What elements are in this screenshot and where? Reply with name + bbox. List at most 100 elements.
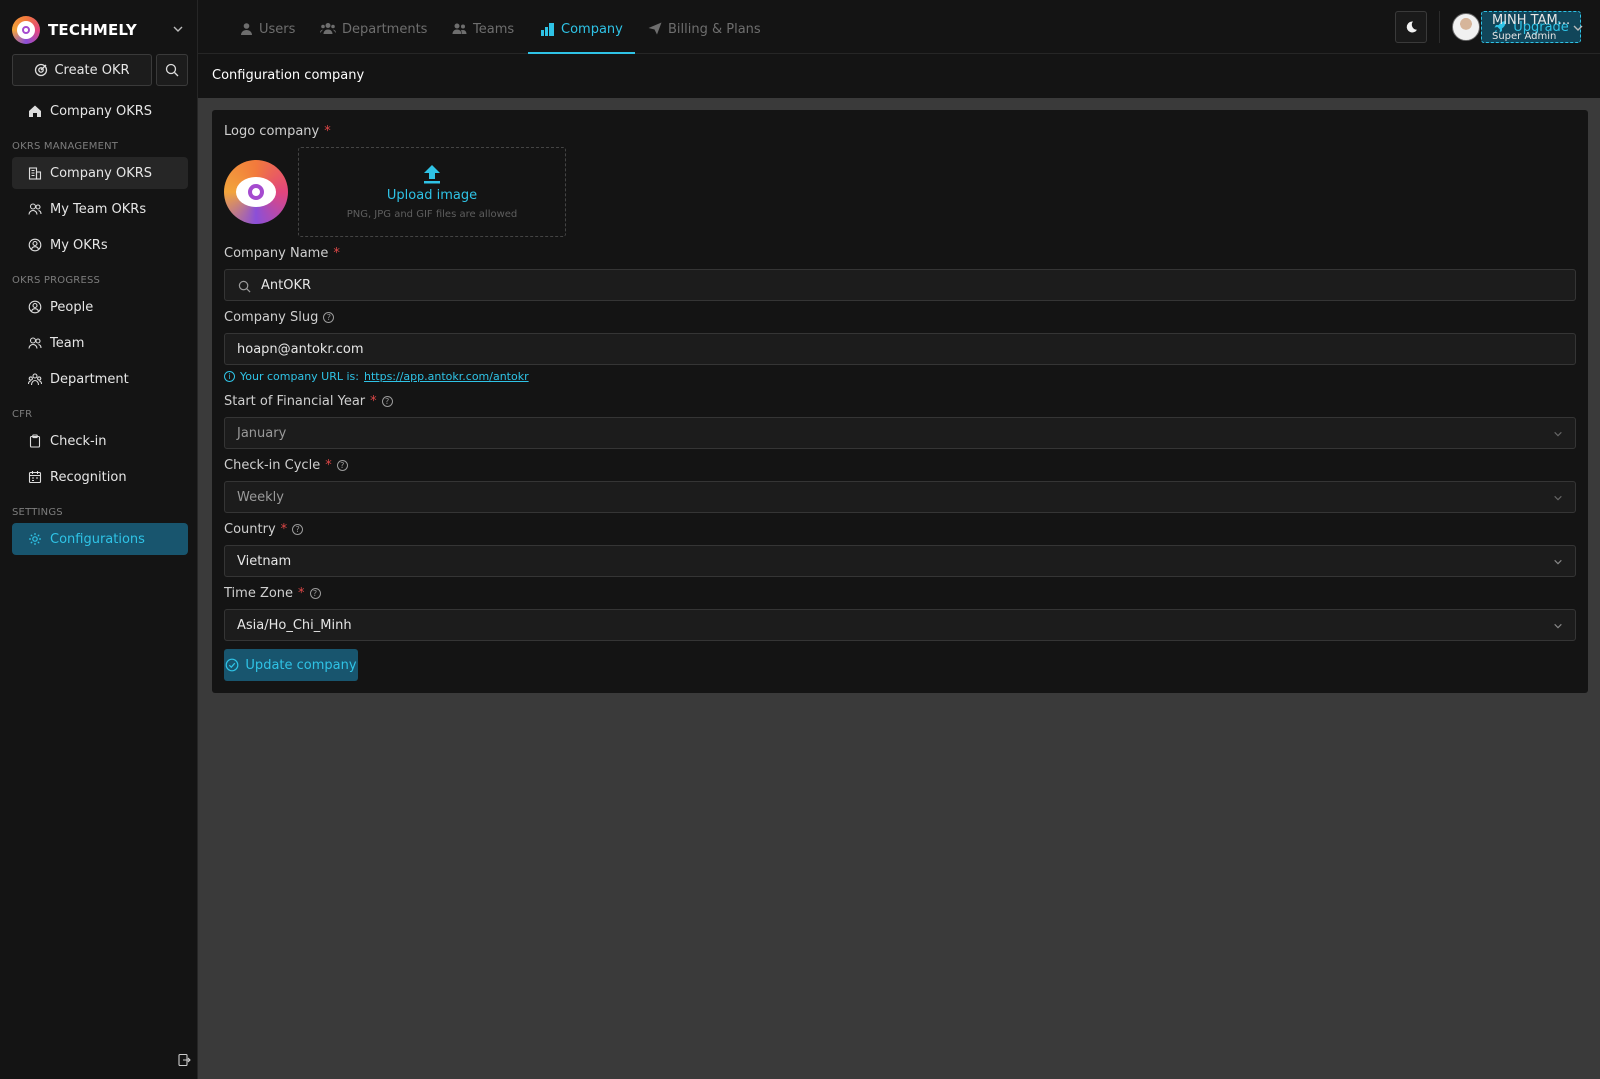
select-value: January — [237, 425, 287, 441]
tab-label: Billing & Plans — [668, 22, 761, 37]
tab-label: Users — [259, 22, 296, 37]
sidebar-item-team[interactable]: Team — [12, 327, 188, 359]
upload-title: Upload image — [386, 188, 478, 203]
help-icon[interactable]: ? — [309, 588, 321, 599]
sidebar-item-label: Department — [50, 371, 129, 387]
team-icon — [28, 203, 42, 215]
checkin-cycle-label: Check-in Cycle *? — [224, 458, 348, 473]
sidebar-item-people[interactable]: People — [12, 291, 188, 323]
hint-text: Your company URL is: — [240, 370, 359, 383]
sidebar-item-label: Company OKRS — [50, 103, 153, 119]
theme-toggle-button[interactable] — [1395, 11, 1427, 43]
company-url-link[interactable]: https://app.antokr.com/antokr — [364, 370, 529, 383]
upload-dropzone[interactable]: Upload image PNG, JPG and GIF files are … — [298, 147, 566, 237]
timezone-select[interactable]: Asia/Ho_Chi_Minh — [224, 609, 1576, 641]
financial-year-select[interactable]: January — [224, 417, 1576, 449]
chevron-down-icon[interactable] — [1572, 22, 1584, 34]
user-circle-icon — [28, 300, 42, 314]
company-name-input[interactable]: AntOKR — [224, 269, 1576, 301]
required-mark: * — [325, 458, 332, 473]
tab-company[interactable]: Company — [528, 22, 635, 54]
label-text: Logo company — [224, 124, 320, 139]
label-text: Start of Financial Year — [224, 394, 366, 409]
team-icon — [28, 337, 42, 349]
brand[interactable]: TECHMELY — [12, 16, 186, 44]
page-title: Configuration company — [212, 68, 365, 83]
company-slug-label: Company Slug? — [224, 310, 335, 325]
search-icon — [165, 63, 179, 77]
sidebar-item-department[interactable]: Department — [12, 363, 188, 395]
sidebar-item-company-okrs[interactable]: Company OKRS — [12, 157, 188, 189]
button-label: Update company — [245, 657, 357, 673]
tab-label: Teams — [473, 22, 515, 37]
company-slug-input[interactable]: hoapn@antokr.com — [224, 333, 1576, 365]
tab-users[interactable]: Users — [228, 22, 307, 54]
tab-departments[interactable]: Departments — [308, 22, 439, 54]
required-mark: * — [333, 246, 340, 261]
sidebar-item-label: Company OKRS — [50, 165, 153, 181]
section-okrs-management: OKRS MANAGEMENT — [12, 141, 119, 152]
tab-label: Company — [561, 22, 623, 37]
user-role: Super Admin — [1492, 31, 1557, 42]
search-button[interactable] — [156, 54, 188, 86]
company-name-label: Company Name * — [224, 246, 340, 261]
clipboard-icon — [29, 434, 41, 448]
department-icon — [28, 373, 42, 386]
help-icon[interactable]: ? — [323, 312, 335, 323]
create-okr-button[interactable]: Create OKR — [12, 54, 152, 86]
tab-billing-plans[interactable]: Billing & Plans — [636, 22, 773, 54]
avatar[interactable] — [1452, 13, 1480, 41]
input-value: hoapn@antokr.com — [237, 341, 364, 357]
chevron-down-icon — [1554, 623, 1562, 629]
chevron-down-icon — [1554, 431, 1562, 437]
sidebar-item-label: Check-in — [50, 433, 107, 449]
country-select[interactable]: Vietnam — [224, 545, 1576, 577]
sidebar-item-my-team-okrs[interactable]: My Team OKRs — [12, 193, 188, 225]
sidebar-item-recognition[interactable]: Recognition — [12, 461, 188, 493]
required-mark: * — [324, 124, 331, 139]
chevron-down-icon[interactable] — [172, 23, 184, 35]
select-value: Weekly — [237, 489, 284, 505]
help-icon[interactable]: ? — [336, 460, 348, 471]
home-icon — [29, 105, 41, 117]
help-icon[interactable]: ? — [381, 396, 393, 407]
moon-icon — [1406, 21, 1417, 33]
label-text: Company Slug — [224, 310, 319, 325]
required-mark: * — [298, 586, 305, 601]
sidebar-item-check-in[interactable]: Check-in — [12, 425, 188, 457]
update-company-button[interactable]: Update company — [224, 649, 358, 681]
section-cfr: CFR — [12, 409, 33, 420]
sidebar-item-home[interactable]: Company OKRS — [12, 95, 188, 127]
tab-teams[interactable]: Teams — [440, 22, 526, 54]
company-logo — [224, 160, 288, 224]
paper-plane-icon — [648, 22, 662, 35]
label-text: Company Name — [224, 246, 329, 261]
gear-icon — [29, 533, 41, 545]
section-okrs-progress: OKRS PROGRESS — [12, 275, 101, 286]
timezone-label: Time Zone *? — [224, 586, 321, 601]
checkin-cycle-select[interactable]: Weekly — [224, 481, 1576, 513]
divider — [1439, 11, 1440, 43]
logout-icon[interactable] — [177, 1053, 191, 1067]
sidebar: TECHMELY Create OKR Company OKRS OKRS MA… — [0, 0, 198, 1079]
sidebar-item-configurations[interactable]: Configurations — [12, 523, 188, 555]
check-circle-icon — [226, 658, 239, 672]
users-group-icon — [320, 23, 336, 34]
label-text: Check-in Cycle — [224, 458, 321, 473]
user-name[interactable]: MINH TAM... — [1492, 13, 1570, 28]
logo-label: Logo company * — [224, 124, 331, 139]
sidebar-item-my-okrs[interactable]: My OKRs — [12, 229, 188, 261]
label-text: Time Zone — [224, 586, 294, 601]
input-value: AntOKR — [261, 277, 312, 293]
top-bar: Users Departments Teams Company Billing … — [198, 0, 1600, 54]
select-value: Asia/Ho_Chi_Minh — [237, 617, 352, 633]
select-value: Vietnam — [237, 553, 292, 569]
team-icon — [452, 23, 467, 34]
help-icon[interactable]: ? — [292, 524, 304, 535]
sidebar-item-label: Team — [50, 335, 85, 351]
tab-label: Departments — [342, 22, 428, 37]
company-url-hint: i Your company URL is: https://app.antok… — [224, 370, 529, 383]
upload-hint: PNG, JPG and GIF files are allowed — [346, 209, 518, 220]
chevron-down-icon — [1554, 559, 1562, 565]
chevron-down-icon — [1554, 495, 1562, 501]
